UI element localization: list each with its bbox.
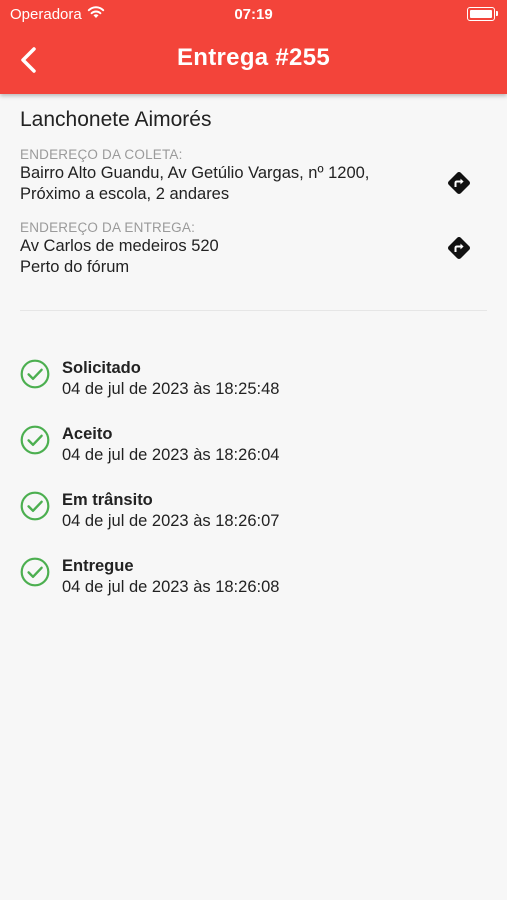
timeline-status: Entregue <box>62 557 134 575</box>
check-circle-icon <box>20 491 50 521</box>
delivery-details: Lanchonete Aimorés ENDEREÇO DA COLETA: B… <box>20 108 490 278</box>
status-bar: Operadora 07:19 <box>0 0 507 28</box>
delivery-address-label: ENDEREÇO DA ENTREGA: <box>20 220 196 235</box>
timeline-time: 04 de jul de 2023 às 18:26:08 <box>62 578 280 596</box>
timeline-status: Em trânsito <box>62 491 153 509</box>
timeline-time: 04 de jul de 2023 às 18:26:07 <box>62 512 280 530</box>
status-clock: 07:19 <box>234 6 273 23</box>
timeline-item-aceito: Aceito 04 de jul de 2023 às 18:26:04 <box>20 423 490 489</box>
delivery-directions-icon[interactable] <box>446 235 472 261</box>
timeline-status: Aceito <box>62 425 113 443</box>
pickup-directions-icon[interactable] <box>446 170 472 196</box>
delivery-address-line2: Perto do fórum <box>20 258 130 276</box>
timeline-item-entregue: Entregue 04 de jul de 2023 às 18:26:08 <box>20 555 490 621</box>
store-name: Lanchonete Aimorés <box>20 108 212 131</box>
pickup-address: ENDEREÇO DA COLETA: Bairro Alto Guandu, … <box>20 146 490 205</box>
divider <box>20 310 487 311</box>
timeline-time: 04 de jul de 2023 às 18:25:48 <box>62 380 280 398</box>
timeline-status: Solicitado <box>62 359 141 377</box>
battery-icon <box>467 7 495 21</box>
battery-tip <box>496 11 498 16</box>
app-bar: Operadora 07:19 Entrega #255 <box>0 0 507 94</box>
timeline-item-solicitado: Solicitado 04 de jul de 2023 às 18:25:48 <box>20 357 490 423</box>
check-circle-icon <box>20 425 50 455</box>
pickup-address-label: ENDEREÇO DA COLETA: <box>20 147 183 162</box>
pickup-address-line2: Próximo a escola, 2 andares <box>20 185 230 203</box>
delivery-address-line1: Av Carlos de medeiros 520 <box>20 237 219 255</box>
delivery-address: ENDEREÇO DA ENTREGA: Av Carlos de medeir… <box>20 219 490 278</box>
timeline-time: 04 de jul de 2023 às 18:26:04 <box>62 446 280 464</box>
pickup-address-line1: Bairro Alto Guandu, Av Getúlio Vargas, n… <box>20 164 370 182</box>
page-title: Entrega #255 <box>176 44 330 71</box>
check-circle-icon <box>20 557 50 587</box>
status-timeline: Solicitado 04 de jul de 2023 às 18:25:48… <box>20 357 490 621</box>
timeline-item-em-transito: Em trânsito 04 de jul de 2023 às 18:26:0… <box>20 489 490 555</box>
check-circle-icon <box>20 359 50 389</box>
